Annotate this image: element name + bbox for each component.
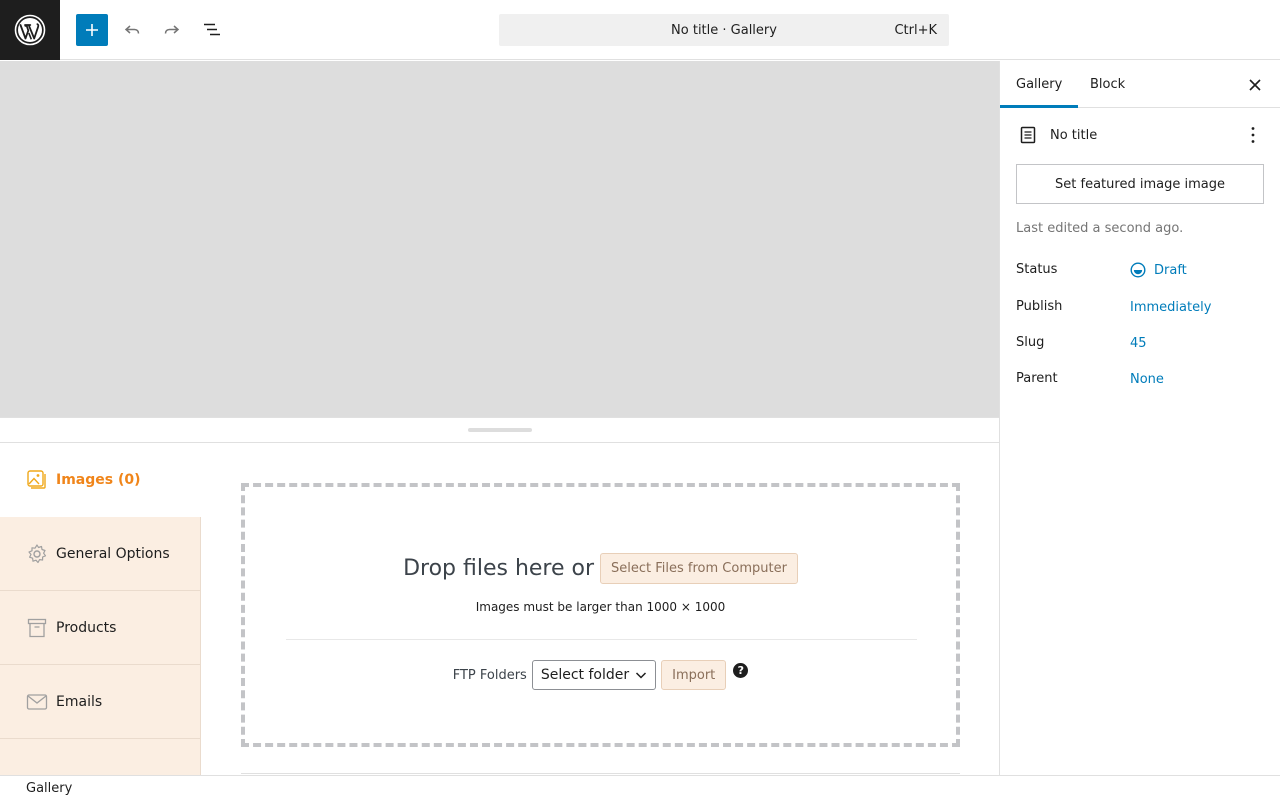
nav-item-label: Products xyxy=(56,619,117,636)
resize-handle[interactable] xyxy=(468,428,532,432)
command-palette-bar[interactable]: No title · Gallery Ctrl+K xyxy=(499,14,949,46)
post-actions-button[interactable] xyxy=(1241,123,1265,147)
ftp-folder-select-value: Select folder xyxy=(540,667,630,683)
divider xyxy=(286,639,917,640)
divider xyxy=(241,773,960,774)
select-files-button[interactable]: Select Files from Computer xyxy=(600,553,798,584)
nav-filler xyxy=(0,739,201,775)
settings-sidebar: Gallery Block No title Set featured imag… xyxy=(999,61,1280,775)
plus-icon xyxy=(86,24,98,36)
set-featured-image-button[interactable]: Set featured image image xyxy=(1016,164,1264,204)
envelope-icon xyxy=(26,691,48,713)
close-sidebar-button[interactable] xyxy=(1243,73,1267,97)
block-breadcrumb: Gallery xyxy=(0,775,1280,800)
meta-box-resize-bar xyxy=(0,417,999,443)
publish-label: Publish xyxy=(1016,299,1063,314)
keyboard-shortcut-hint: Ctrl+K xyxy=(894,23,937,38)
parent-label: Parent xyxy=(1016,371,1058,386)
chevron-down-icon xyxy=(636,672,647,679)
nav-item-images[interactable]: Images (0) xyxy=(0,443,201,517)
breadcrumb-item[interactable]: Gallery xyxy=(26,781,72,796)
add-block-button[interactable] xyxy=(76,14,108,46)
ftp-folders-label: FTP Folders xyxy=(452,667,527,683)
ftp-import-row: FTP Folders Select folder Import ? xyxy=(245,660,956,690)
redo-icon xyxy=(164,25,180,34)
more-vertical-icon xyxy=(1251,127,1255,143)
images-icon xyxy=(26,469,48,491)
parent-toggle[interactable]: None xyxy=(1130,372,1164,387)
document-icon xyxy=(1020,126,1036,144)
redo-button[interactable] xyxy=(156,14,188,46)
undo-button[interactable] xyxy=(116,14,148,46)
gallery-meta-nav: Images (0) General Options Products Emai… xyxy=(0,443,201,775)
slug-label: Slug xyxy=(1016,335,1045,350)
status-value: Draft xyxy=(1154,262,1187,278)
status-toggle[interactable]: Draft xyxy=(1130,262,1187,278)
tab-gallery[interactable]: Gallery xyxy=(1000,61,1078,108)
publish-date-toggle[interactable]: Immediately xyxy=(1130,300,1211,315)
draft-status-icon xyxy=(1130,262,1146,278)
nav-item-emails[interactable]: Emails xyxy=(0,665,201,739)
wordpress-icon xyxy=(14,14,46,46)
drop-instructions: Drop files here or xyxy=(403,556,595,581)
editor-header: No title · Gallery Ctrl+K xyxy=(0,0,1280,60)
status-label: Status xyxy=(1016,262,1058,277)
import-button[interactable]: Import xyxy=(661,660,727,690)
undo-icon xyxy=(124,25,140,34)
last-edited-text: Last edited a second ago. xyxy=(1016,221,1184,236)
nav-item-label: General Options xyxy=(56,545,170,562)
document-overview-button[interactable] xyxy=(196,14,228,46)
image-upload-dropzone[interactable]: Drop files here or Select Files from Com… xyxy=(241,483,960,747)
post-summary-row: No title xyxy=(1016,123,1265,147)
document-title: No title · Gallery xyxy=(671,22,777,38)
tab-block[interactable]: Block xyxy=(1074,61,1141,108)
tab-label: Block xyxy=(1090,77,1126,92)
nav-item-general-options[interactable]: General Options xyxy=(0,517,201,591)
drop-line: Drop files here or Select Files from Com… xyxy=(245,553,956,584)
list-view-icon xyxy=(204,23,220,36)
sidebar-tabs: Gallery Block xyxy=(1000,61,1280,108)
editor-canvas[interactable] xyxy=(0,61,999,417)
size-requirement-note: Images must be larger than 1000 × 1000 xyxy=(475,600,726,614)
nav-item-products[interactable]: Products xyxy=(0,591,201,665)
gear-icon xyxy=(26,543,48,565)
close-icon xyxy=(1249,79,1261,91)
nav-item-label: Images (0) xyxy=(56,472,141,488)
nav-item-label: Emails xyxy=(56,693,103,710)
ftp-folder-select[interactable]: Select folder xyxy=(531,660,657,690)
tab-label: Gallery xyxy=(1016,77,1063,92)
slug-toggle[interactable]: 45 xyxy=(1130,336,1147,351)
archive-icon xyxy=(26,617,48,639)
post-title: No title xyxy=(1050,127,1098,143)
help-icon[interactable]: ? xyxy=(733,662,749,678)
wordpress-logo-button[interactable] xyxy=(0,0,60,60)
